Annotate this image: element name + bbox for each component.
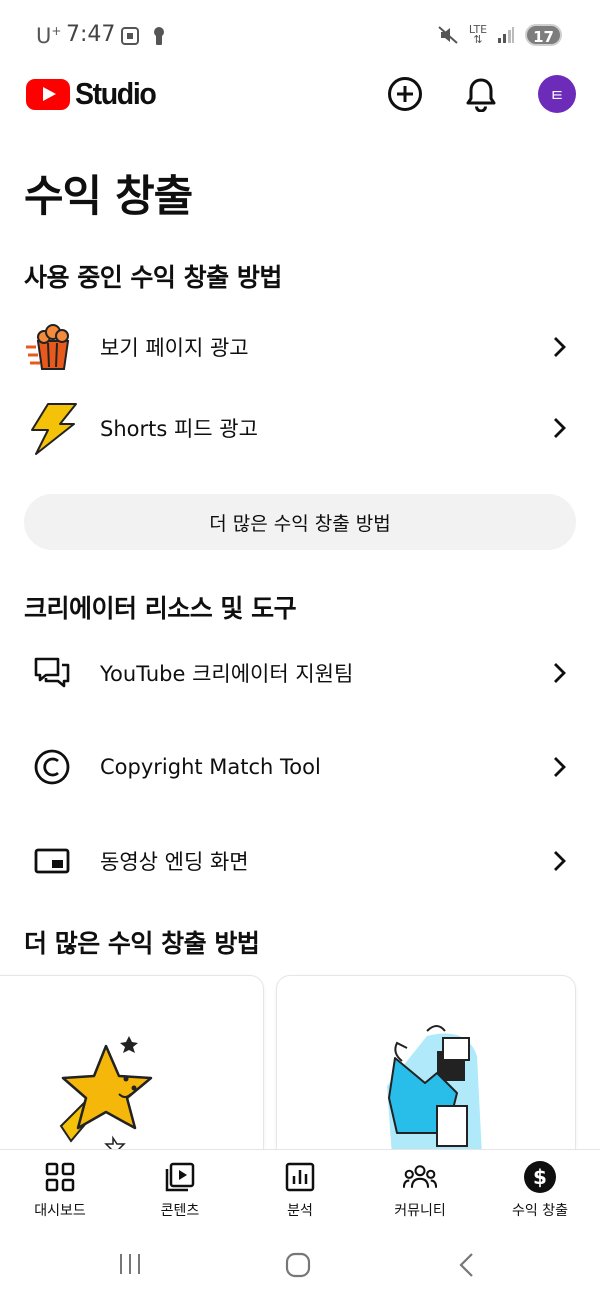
logo-text: Studio	[75, 76, 157, 111]
nav-content[interactable]: 콘텐츠	[120, 1150, 240, 1229]
nav-label: 콘텐츠	[160, 1203, 200, 1219]
nav-monetization[interactable]: $ 수익 창출	[480, 1150, 600, 1229]
list-item-shorts-feed-ads[interactable]: Shorts 피드 광고	[0, 393, 600, 463]
list-item-creator-support[interactable]: YouTube 크리에이터 지원팀	[0, 638, 600, 708]
carrier-label: U+	[36, 24, 62, 48]
signal-icon	[498, 27, 515, 43]
monetization-card-1[interactable]	[0, 975, 264, 1175]
list-item-label: 동영상 엔딩 화면	[100, 850, 249, 874]
create-button[interactable]	[385, 74, 425, 114]
system-navigation-bar	[0, 1229, 600, 1300]
analytics-icon	[283, 1160, 317, 1194]
more-methods-heading: 더 많은 수익 창출 방법	[24, 929, 260, 958]
dashboard-icon	[43, 1160, 77, 1194]
nav-label: 커뮤니티	[394, 1203, 446, 1219]
chevron-right-icon	[554, 337, 566, 357]
add-circle-icon	[388, 77, 422, 111]
more-monetization-button[interactable]: 더 많은 수익 창출 방법	[24, 494, 576, 550]
list-item-watch-page-ads[interactable]: 보기 페이지 광고	[0, 312, 600, 382]
chevron-right-icon	[554, 663, 566, 683]
nav-label: 분석	[287, 1203, 313, 1219]
lte-indicator: LTE ⇅	[468, 23, 488, 46]
monetization-icon: $	[523, 1160, 557, 1194]
keyhole-icon	[154, 27, 164, 45]
notifications-button[interactable]	[461, 74, 501, 114]
bell-icon	[466, 78, 496, 112]
chevron-right-icon	[554, 757, 566, 777]
status-bar: U+ 7:47 LTE ⇅ 17	[0, 0, 600, 70]
list-item-label: Copyright Match Tool	[100, 755, 321, 779]
list-item-label: YouTube 크리에이터 지원팀	[100, 662, 354, 686]
status-right-icons: LTE ⇅ 17	[437, 24, 562, 46]
back-icon[interactable]	[455, 1251, 477, 1279]
youtube-play-logo-icon	[26, 78, 70, 110]
app-header: Studio ㅌ	[0, 70, 600, 120]
resources-heading: 크리에이터 리소스 및 도구	[24, 594, 297, 623]
shopping-bag-illustration	[387, 1025, 482, 1156]
nav-analytics[interactable]: 분석	[240, 1150, 360, 1229]
nav-label: 대시보드	[34, 1203, 86, 1219]
lightning-icon	[24, 400, 80, 456]
chat-bubbles-icon	[24, 645, 80, 701]
shooting-star-illustration	[59, 1036, 153, 1158]
chevron-right-icon	[554, 418, 566, 438]
studio-logo[interactable]: Studio	[26, 76, 162, 112]
page-title: 수익 창출	[24, 172, 193, 222]
recent-apps-icon[interactable]	[117, 1251, 143, 1277]
list-item-label: 보기 페이지 광고	[100, 336, 249, 360]
monetization-card-2[interactable]	[276, 975, 576, 1175]
home-icon[interactable]	[284, 1251, 312, 1279]
content-icon	[163, 1160, 197, 1194]
battery-badge: 17	[525, 24, 562, 46]
status-left-icons	[120, 26, 166, 46]
nav-dashboard[interactable]: 대시보드	[0, 1150, 120, 1229]
chevron-right-icon	[554, 851, 566, 871]
end-screen-icon	[24, 833, 80, 889]
avatar[interactable]: ㅌ	[538, 75, 576, 113]
mute-vibrate-icon	[438, 26, 458, 44]
bottom-navigation: 대시보드 콘텐츠 분석 커뮤니티 $ 수익 창출	[0, 1149, 600, 1229]
active-methods-heading: 사용 중인 수익 창출 방법	[24, 263, 282, 292]
list-item-label: Shorts 피드 광고	[100, 417, 258, 441]
nav-label: 수익 창출	[512, 1203, 568, 1219]
copyright-icon	[24, 739, 80, 795]
community-icon	[403, 1160, 437, 1194]
screenshot-icon	[121, 27, 139, 45]
popcorn-icon	[24, 319, 80, 375]
clock: 7:47	[66, 22, 116, 47]
list-item-end-screens[interactable]: 동영상 엔딩 화면	[0, 826, 600, 896]
svg-text:$: $	[533, 1165, 547, 1189]
list-item-copyright-match-tool[interactable]: Copyright Match Tool	[0, 732, 600, 802]
nav-community[interactable]: 커뮤니티	[360, 1150, 480, 1229]
